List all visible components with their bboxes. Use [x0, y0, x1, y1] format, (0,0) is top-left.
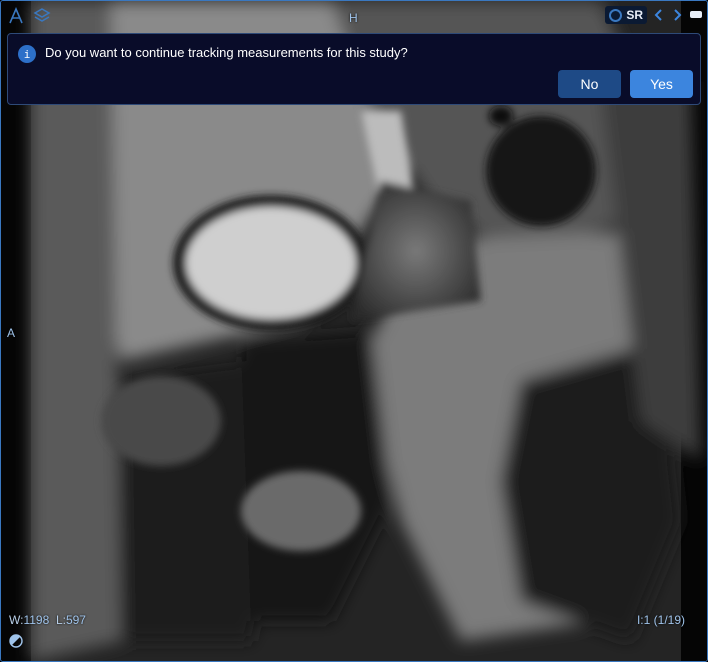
window-level-readout: W:1198 L:597 — [9, 613, 86, 627]
sr-toggle[interactable]: SR — [605, 6, 647, 24]
window-level-value: 597 — [65, 613, 86, 627]
sr-label: SR — [626, 8, 643, 22]
window-level-label: L: — [55, 613, 66, 627]
display-icon[interactable] — [689, 10, 703, 20]
image-index: I:1 (1/19) — [636, 613, 685, 627]
top-left-tools — [7, 7, 51, 25]
invert-colormap-icon[interactable] — [9, 634, 23, 648]
chevron-right-icon[interactable] — [671, 8, 683, 22]
no-button[interactable]: No — [558, 70, 621, 98]
tracking-status-icon — [609, 8, 623, 22]
yes-button[interactable]: Yes — [630, 70, 693, 98]
window-width-label: W: — [9, 613, 24, 627]
viewport[interactable]: H A SR i Do you want to continue trackin… — [0, 0, 708, 662]
tracking-prompt: i Do you want to continue tracking measu… — [7, 33, 701, 105]
tracking-prompt-message: Do you want to continue tracking measure… — [45, 45, 408, 60]
viewport-toolbar: SR — [605, 6, 703, 24]
orientation-marker-top: H — [349, 11, 358, 25]
layers-icon[interactable] — [33, 7, 51, 25]
chevron-left-icon[interactable] — [653, 8, 665, 22]
window-width-value: 1198 — [23, 613, 50, 627]
measurement-tracking-icon[interactable] — [7, 7, 25, 25]
info-icon: i — [18, 45, 36, 63]
orientation-marker-left: A — [7, 326, 16, 340]
